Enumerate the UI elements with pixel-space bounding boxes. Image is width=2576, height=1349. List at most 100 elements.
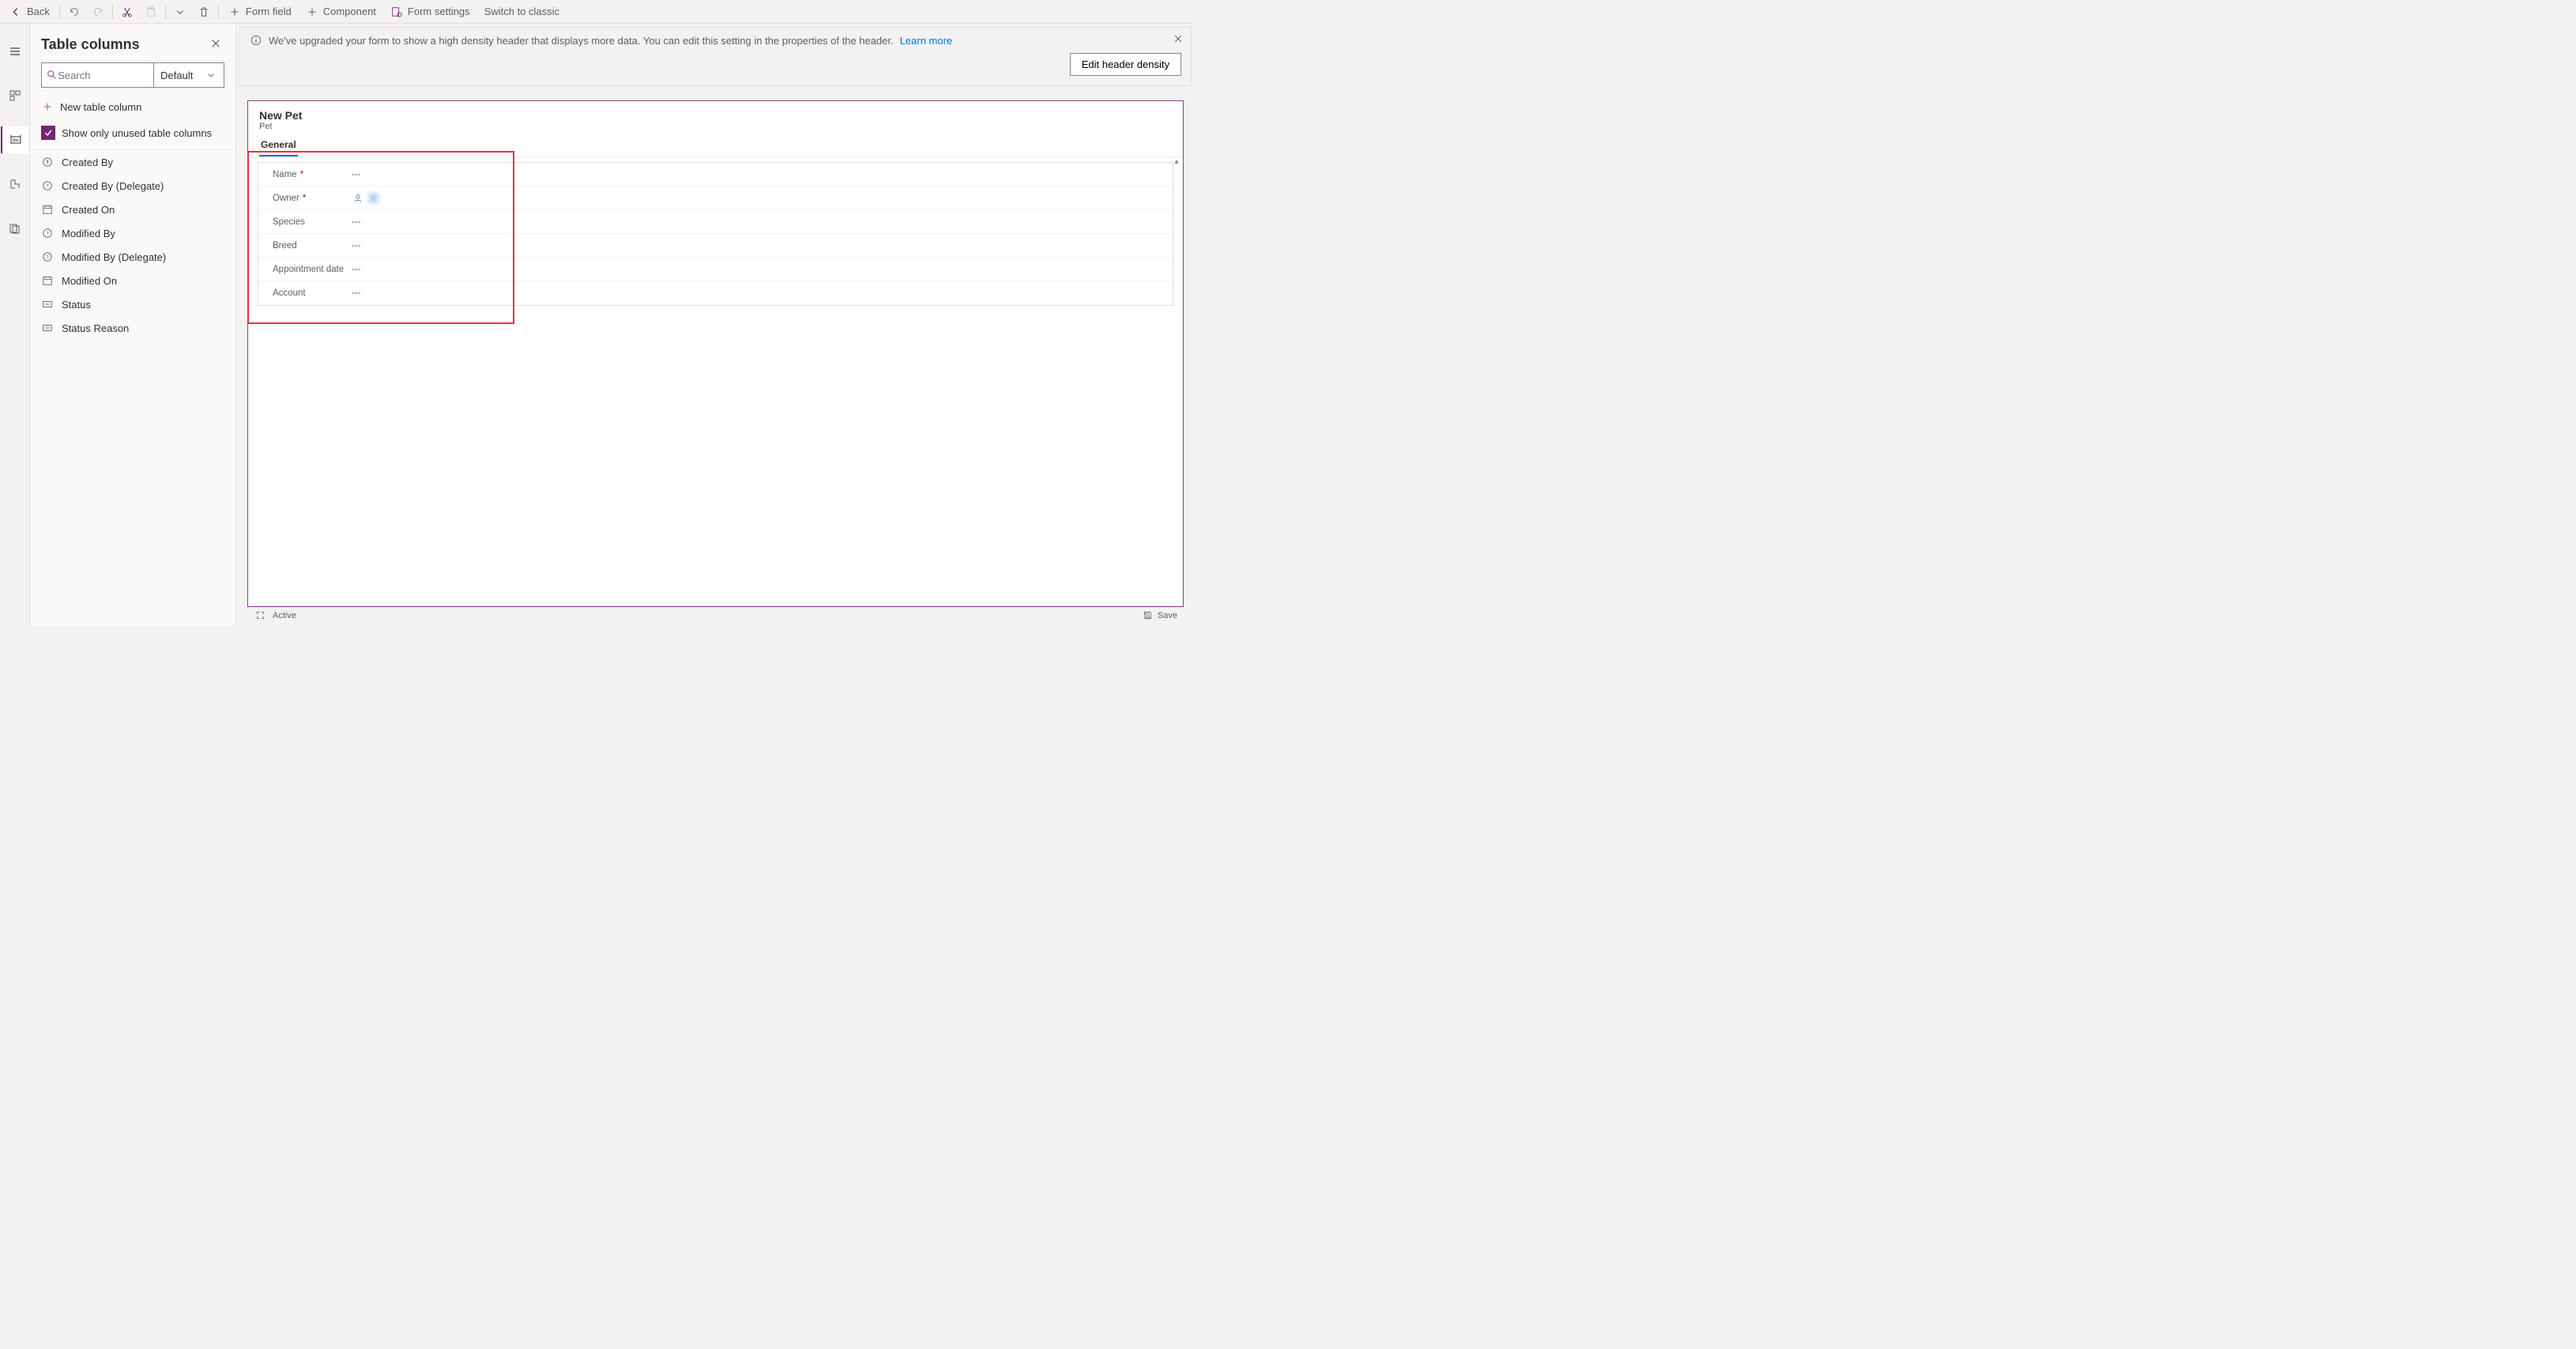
form-field-label: Form field	[246, 6, 292, 17]
field-row-appointment[interactable]: Appointment date ---	[258, 258, 1173, 281]
form-section[interactable]: Name * --- Owner *	[258, 162, 1173, 306]
paste-button[interactable]	[140, 1, 162, 23]
field-row-name[interactable]: Name * ---	[258, 163, 1173, 187]
field-row-breed[interactable]: Breed ---	[258, 234, 1173, 258]
column-label: Created By (Delegate)	[62, 180, 164, 192]
column-item[interactable]: ? Created By	[30, 150, 235, 174]
plus-icon	[41, 100, 54, 113]
chevron-down-button[interactable]	[169, 1, 191, 23]
search-input[interactable]	[58, 70, 149, 81]
svg-text:?: ?	[46, 255, 49, 261]
tab-general[interactable]: General	[259, 134, 298, 156]
info-message: We've upgraded your form to show a high …	[269, 35, 894, 47]
status-left: Active	[254, 609, 296, 622]
chevron-down-icon	[205, 69, 217, 81]
status-right[interactable]: Save	[1142, 609, 1177, 622]
expand-icon[interactable]	[254, 609, 266, 622]
undo-icon	[68, 6, 81, 18]
clock-icon: ?	[41, 251, 54, 263]
back-label: Back	[27, 6, 50, 17]
scroll-up-icon[interactable]: ▴	[1172, 157, 1181, 167]
svg-text:?: ?	[46, 160, 49, 166]
field-row-account[interactable]: Account ---	[258, 281, 1173, 305]
field-value: ---	[352, 170, 361, 179]
info-close-button[interactable]	[1173, 34, 1183, 46]
cut-button[interactable]	[116, 1, 138, 23]
save-label: Save	[1158, 611, 1177, 620]
info-icon	[250, 34, 262, 47]
column-item[interactable]: ? Modified By (Delegate)	[30, 245, 235, 269]
svg-text:?: ?	[46, 184, 49, 190]
form-field-button[interactable]: Form field	[222, 1, 298, 23]
learn-more-link[interactable]: Learn more	[900, 35, 952, 47]
column-item[interactable]: Modified On	[30, 269, 235, 292]
calendar-icon	[41, 203, 54, 216]
rail-library[interactable]	[1, 215, 29, 242]
component-button[interactable]: Component	[299, 1, 382, 23]
column-item[interactable]: Created On	[30, 198, 235, 221]
panel-close-button[interactable]	[207, 35, 224, 55]
clock-icon: ?	[41, 227, 54, 239]
field-value: I	[352, 192, 379, 205]
column-item[interactable]: ? Created By (Delegate)	[30, 174, 235, 198]
form-canvas[interactable]: New Pet Pet General ▴ Name * ---	[247, 100, 1184, 607]
form-header: New Pet Pet	[248, 101, 1183, 134]
rail-tree[interactable]	[1, 171, 29, 198]
owner-value-pill: I	[367, 193, 379, 204]
switch-classic-button[interactable]: Switch to classic	[478, 1, 566, 23]
column-label: Status Reason	[62, 322, 129, 334]
separator	[165, 5, 166, 19]
field-label: Account	[273, 288, 352, 298]
field-value: ---	[352, 288, 361, 298]
required-indicator: *	[300, 170, 303, 179]
separator	[59, 5, 60, 19]
status-state: Active	[273, 611, 296, 620]
delete-button[interactable]	[193, 1, 215, 23]
svg-text:?: ?	[46, 232, 49, 237]
svg-text:Abc: Abc	[13, 138, 20, 143]
plus-icon	[306, 6, 318, 18]
rail-hamburger[interactable]	[1, 38, 29, 65]
column-item[interactable]: Status	[30, 292, 235, 316]
rail-table-columns[interactable]: Abc	[1, 126, 29, 153]
search-icon	[47, 69, 58, 81]
option-icon	[41, 298, 54, 311]
paste-icon	[145, 6, 157, 18]
canvas-area: We've upgraded your form to show a high …	[236, 24, 1195, 626]
field-row-owner[interactable]: Owner * I	[258, 187, 1173, 210]
form-tabs: General	[248, 134, 1183, 157]
field-row-species[interactable]: Species ---	[258, 210, 1173, 234]
only-unused-checkbox-row[interactable]: Show only unused table columns	[30, 121, 235, 149]
clock-icon: ?	[41, 179, 54, 192]
new-table-column-button[interactable]: New table column	[30, 92, 235, 121]
panel-header: Table columns	[30, 24, 235, 62]
edit-header-density-button[interactable]: Edit header density	[1070, 53, 1181, 76]
only-unused-label: Show only unused table columns	[62, 127, 212, 139]
info-bar: We've upgraded your form to show a high …	[239, 27, 1192, 86]
redo-button[interactable]	[87, 1, 109, 23]
form-settings-button[interactable]: Form settings	[384, 1, 476, 23]
status-bar: Active Save	[247, 607, 1184, 623]
rail-components[interactable]	[1, 82, 29, 109]
back-button[interactable]: Back	[3, 1, 56, 23]
search-filter-dropdown[interactable]: Default	[153, 62, 224, 88]
calendar-icon	[41, 274, 54, 287]
new-column-label: New table column	[60, 101, 141, 113]
undo-button[interactable]	[63, 1, 85, 23]
table-columns-panel: Table columns Default N	[30, 24, 236, 626]
main-area: Abc Table columns Default	[0, 24, 1195, 626]
checkbox-checked-icon	[41, 126, 55, 140]
filter-label: Default	[160, 70, 193, 81]
field-label: Species	[273, 217, 352, 227]
column-item[interactable]: ? Modified By	[30, 221, 235, 245]
field-value: ---	[352, 241, 361, 251]
search-box[interactable]	[41, 62, 153, 88]
form-body: ▴ Name * --- Owner *	[248, 157, 1183, 606]
delete-icon	[198, 6, 210, 18]
info-bar-text-row: We've upgraded your form to show a high …	[250, 34, 1181, 47]
field-label: Name *	[273, 170, 352, 179]
redo-icon	[92, 6, 104, 18]
switch-classic-label: Switch to classic	[484, 6, 559, 17]
chevron-down-icon	[174, 6, 186, 18]
column-item[interactable]: Status Reason	[30, 316, 235, 340]
